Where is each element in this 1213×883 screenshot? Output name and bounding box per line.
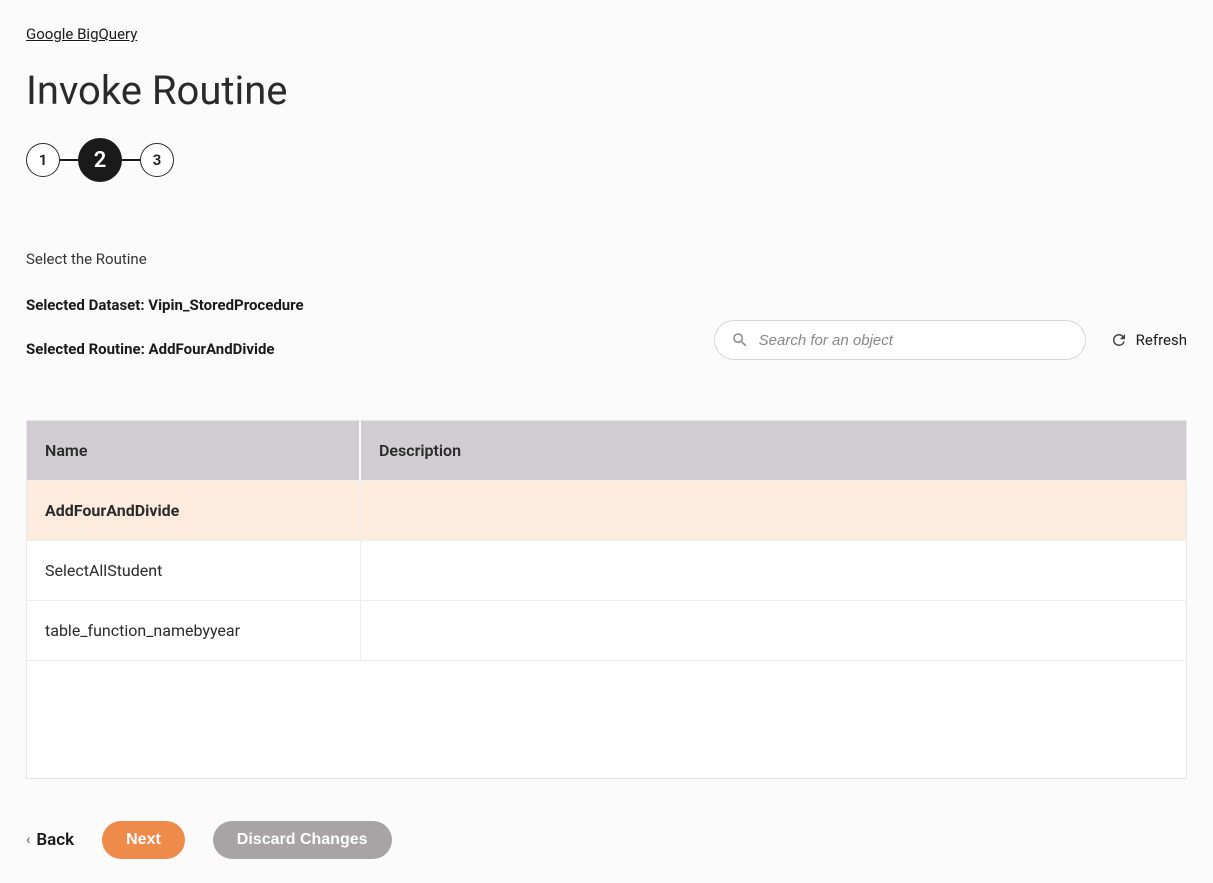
cell-description	[361, 541, 1186, 600]
table-row[interactable]: table_function_namebyyear	[27, 600, 1186, 660]
search-icon	[731, 331, 749, 349]
chevron-left-icon: ‹	[26, 832, 30, 848]
back-label: Back	[36, 830, 74, 850]
cell-name: AddFourAndDivide	[27, 481, 361, 540]
cell-name: table_function_namebyyear	[27, 601, 361, 660]
search-input[interactable]	[759, 332, 1069, 349]
refresh-label: Refresh	[1136, 331, 1187, 349]
discard-button[interactable]: Discard Changes	[213, 821, 392, 859]
section-label: Select the Routine	[26, 250, 1187, 268]
step-2[interactable]: 2	[78, 138, 122, 182]
cell-name: SelectAllStudent	[27, 541, 361, 600]
page-title: Invoke Routine	[26, 67, 1187, 114]
table-header: Name Description	[27, 421, 1186, 480]
back-button[interactable]: ‹ Back	[26, 830, 74, 850]
selected-dataset: Selected Dataset: Vipin_StoredProcedure	[26, 296, 1187, 314]
cell-description	[361, 481, 1186, 540]
header-description: Description	[361, 421, 1186, 480]
routine-table: Name Description AddFourAndDivide Select…	[26, 420, 1187, 779]
footer-actions: ‹ Back Next Discard Changes	[26, 821, 1187, 859]
step-1[interactable]: 1	[26, 143, 60, 177]
search-wrap[interactable]	[714, 320, 1086, 360]
stepper: 1 2 3	[26, 138, 1187, 182]
refresh-button[interactable]: Refresh	[1110, 331, 1187, 349]
table-row[interactable]: AddFourAndDivide	[27, 480, 1186, 540]
header-name: Name	[27, 421, 361, 480]
table-empty-area	[27, 660, 1186, 778]
breadcrumb[interactable]: Google BigQuery	[26, 25, 137, 43]
step-3[interactable]: 3	[140, 143, 174, 177]
step-connector	[60, 159, 78, 161]
cell-description	[361, 601, 1186, 660]
next-button[interactable]: Next	[102, 821, 185, 859]
refresh-icon	[1110, 331, 1128, 349]
table-row[interactable]: SelectAllStudent	[27, 540, 1186, 600]
step-connector	[122, 159, 140, 161]
